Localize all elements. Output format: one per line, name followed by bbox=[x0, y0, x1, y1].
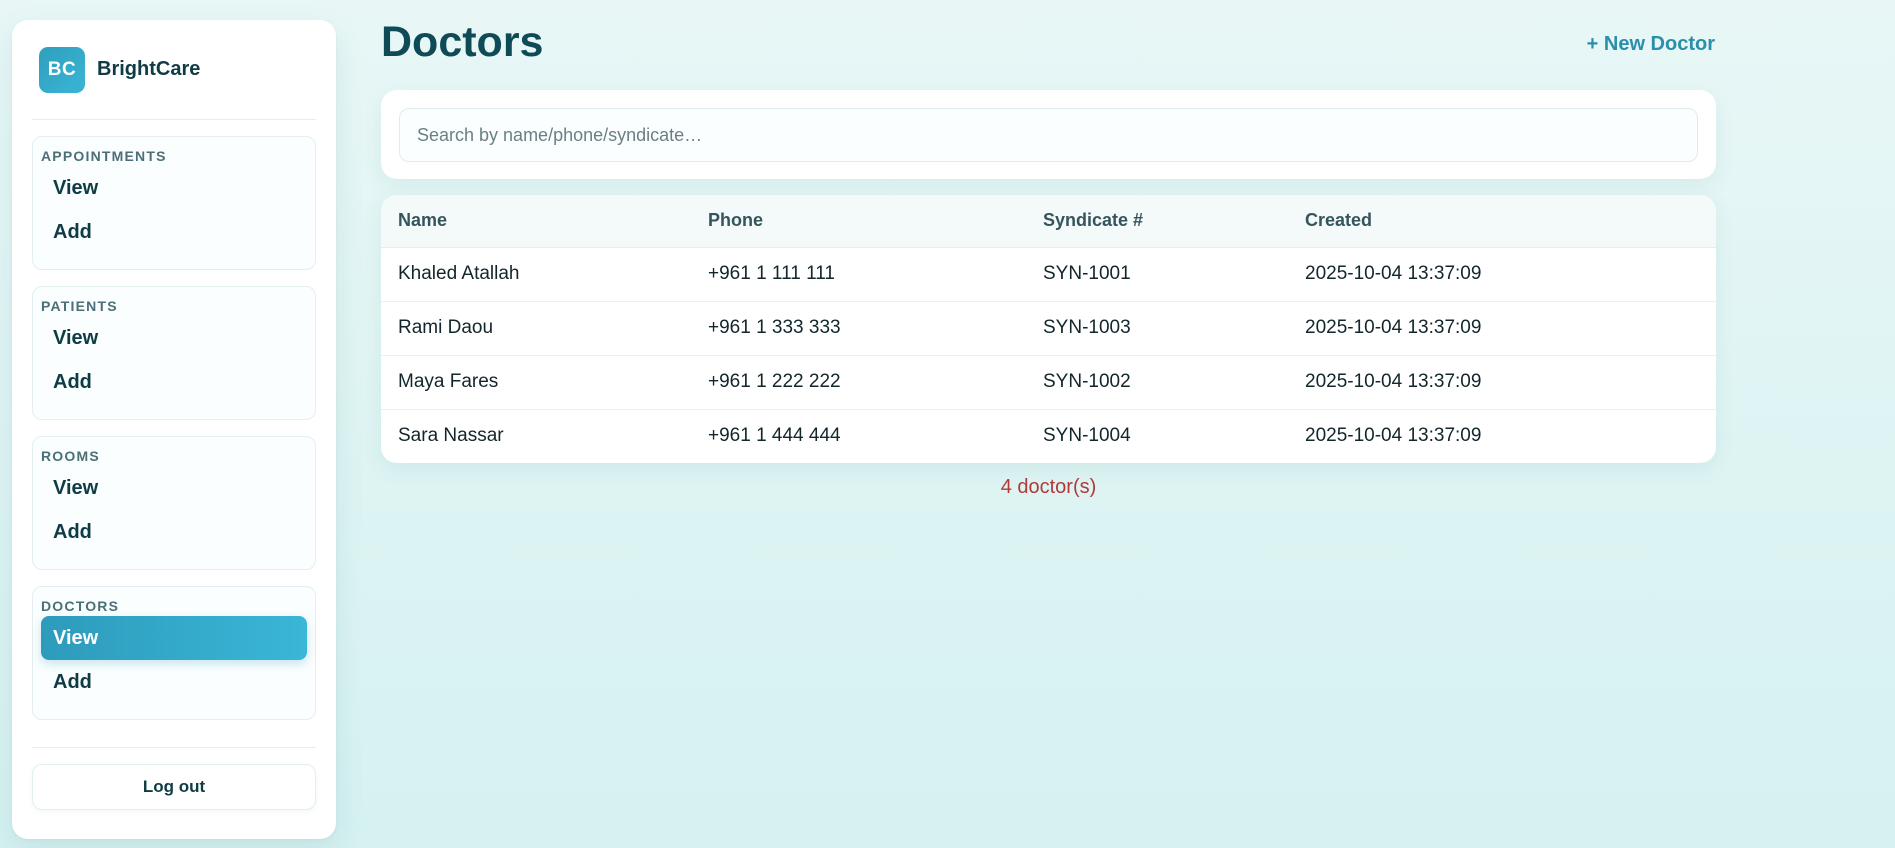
sidebar-item-appointments-view[interactable]: View bbox=[41, 166, 307, 210]
logout-button[interactable]: Log out bbox=[32, 764, 316, 810]
doctors-table-card: Name Phone Syndicate # Created Khaled At… bbox=[381, 195, 1716, 463]
cell-syndicate: SYN-1002 bbox=[1026, 354, 1288, 409]
nav-section-doctors: DOCTORS View Add bbox=[32, 586, 316, 720]
cell-name: Maya Fares bbox=[381, 354, 691, 409]
table-row[interactable]: Rami Daou +961 1 333 333 SYN-1003 2025-1… bbox=[381, 300, 1716, 355]
cell-name: Khaled Atallah bbox=[398, 263, 520, 284]
cell-syndicate: SYN-1004 bbox=[1026, 408, 1288, 463]
sidebar-item-patients-add[interactable]: Add bbox=[41, 360, 307, 404]
table-row[interactable]: Khaled Atallah +961 1 111 111 SYN-1001 2… bbox=[381, 247, 1716, 301]
table-row[interactable]: Sara Nassar +961 1 444 444 SYN-1004 2025… bbox=[381, 408, 1716, 463]
doctors-table: Name Phone Syndicate # Created Khaled At… bbox=[381, 195, 1716, 463]
cell-created: 2025-10-04 13:37:09 bbox=[1288, 354, 1716, 409]
sidebar-item-doctors-view[interactable]: View bbox=[41, 616, 307, 660]
column-header-syndicate: Syndicate # bbox=[1026, 195, 1288, 248]
cell-phone: +961 1 444 444 bbox=[691, 408, 1026, 463]
column-header-phone: Phone bbox=[691, 195, 1026, 248]
sidebar-divider bbox=[32, 747, 316, 748]
cell-created: 2025-10-04 13:37:09 bbox=[1305, 263, 1482, 284]
new-doctor-button[interactable]: + New Doctor bbox=[1587, 33, 1715, 56]
search-card bbox=[381, 90, 1716, 179]
column-header-name: Name bbox=[381, 195, 691, 248]
nav-section-patients: PATIENTS View Add bbox=[32, 286, 316, 420]
sidebar-item-rooms-add[interactable]: Add bbox=[41, 510, 307, 554]
cell-name: Rami Daou bbox=[381, 300, 691, 355]
nav-section-title: ROOMS bbox=[41, 448, 100, 464]
table-row[interactable]: Maya Fares +961 1 222 222 SYN-1002 2025-… bbox=[381, 354, 1716, 409]
cell-created: 2025-10-04 13:37:09 bbox=[1288, 300, 1716, 355]
brand-name: BrightCare bbox=[97, 58, 201, 80]
sidebar-item-doctors-add[interactable]: Add bbox=[41, 660, 307, 704]
brand: BC BrightCare bbox=[32, 20, 316, 120]
column-header-created: Created bbox=[1288, 195, 1716, 248]
nav-section-title: APPOINTMENTS bbox=[41, 148, 167, 164]
nav-section-rooms: ROOMS View Add bbox=[32, 436, 316, 570]
brand-logo: BC bbox=[39, 46, 85, 93]
cell-phone: +961 1 222 222 bbox=[691, 354, 1026, 409]
nav-section-title: DOCTORS bbox=[41, 598, 120, 614]
page-title: Doctors bbox=[381, 18, 544, 66]
table-header-row: Name Phone Syndicate # Created bbox=[381, 195, 1716, 248]
cell-phone: +961 1 333 333 bbox=[691, 300, 1026, 355]
cell-phone: +961 1 111 111 bbox=[708, 263, 835, 284]
cell-created: 2025-10-04 13:37:09 bbox=[1288, 408, 1716, 463]
sidebar-item-patients-view[interactable]: View bbox=[41, 316, 307, 360]
cell-syndicate: SYN-1001 bbox=[1043, 263, 1131, 284]
result-count: 4 doctor(s) bbox=[1000, 476, 1097, 498]
search-input[interactable] bbox=[399, 108, 1698, 162]
cell-name: Sara Nassar bbox=[381, 408, 691, 463]
nav-section-appointments: APPOINTMENTS View Add bbox=[32, 136, 316, 270]
sidebar-item-appointments-add[interactable]: Add bbox=[41, 210, 307, 254]
sidebar: BC BrightCare APPOINTMENTS View Add PATI… bbox=[12, 20, 336, 839]
sidebar-item-rooms-view[interactable]: View bbox=[41, 466, 307, 510]
nav-section-title: PATIENTS bbox=[41, 298, 118, 314]
cell-syndicate: SYN-1003 bbox=[1026, 300, 1288, 355]
